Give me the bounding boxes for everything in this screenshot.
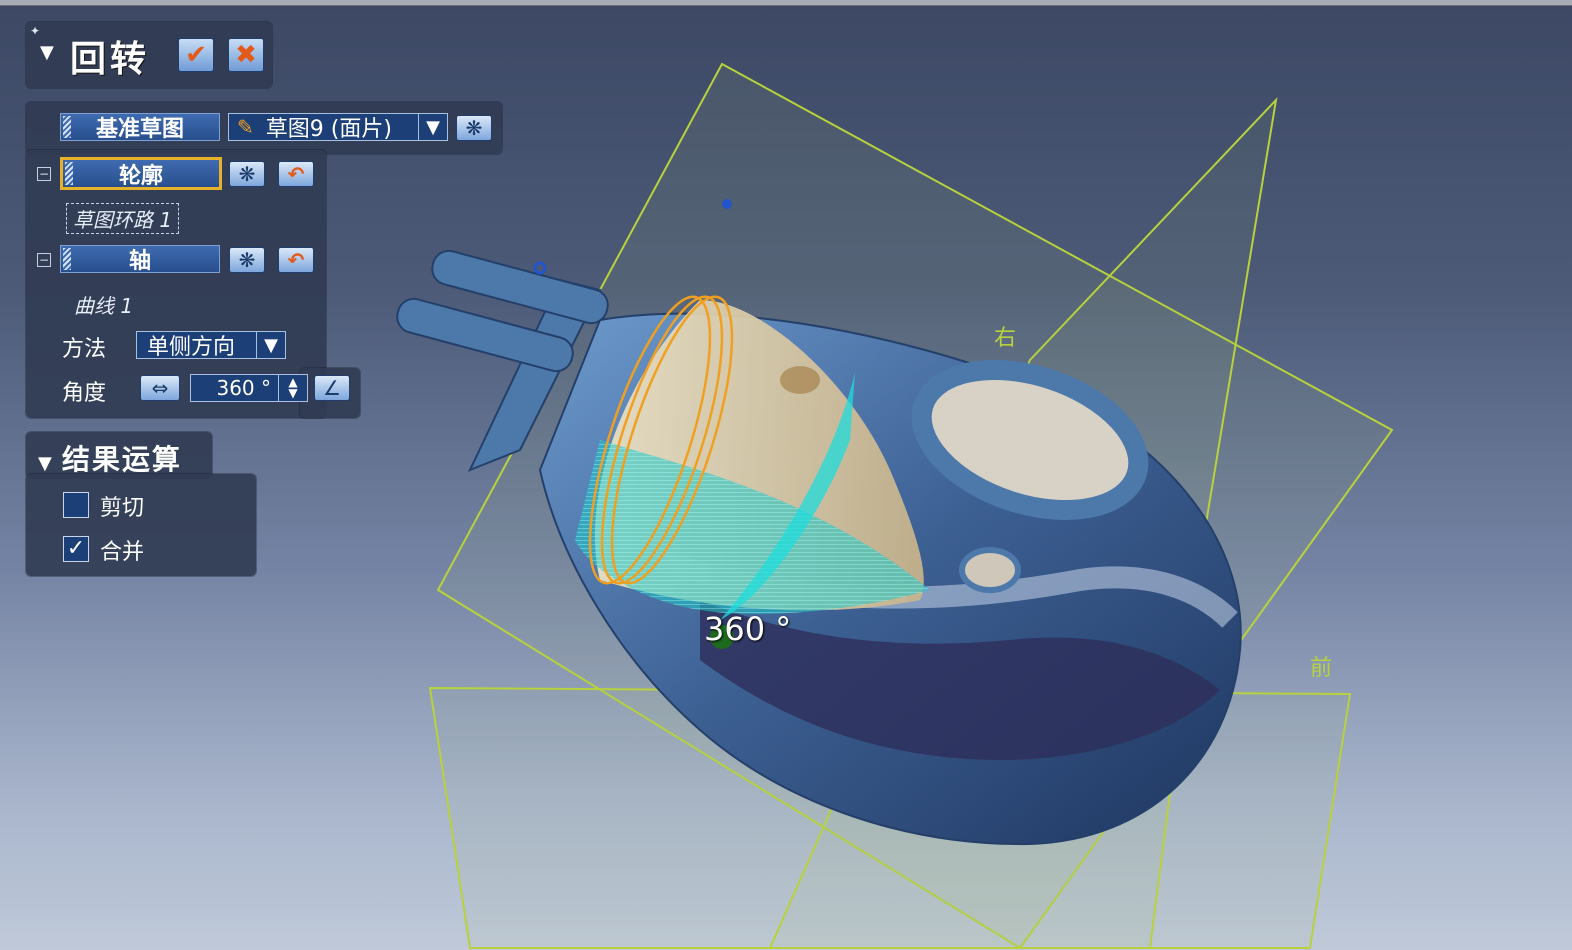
chevron-down-icon[interactable]: ▼ — [418, 114, 447, 140]
profile-collapse-toggle[interactable]: − — [37, 167, 51, 181]
front-plane-label: 前 — [1310, 656, 1333, 681]
profile-select-button[interactable]: ❋ — [229, 161, 265, 187]
feature-title-panel: ✦ ▼ 回转 ✔ ✖ — [26, 22, 272, 88]
collapse-triangle-icon[interactable]: ▼ — [40, 42, 54, 63]
hatch-icon — [63, 248, 71, 270]
asterisk-icon: ❋ — [238, 162, 256, 186]
cut-label: 剪切 — [100, 496, 145, 521]
check-icon: ✔ — [185, 40, 207, 70]
angle-measure-button[interactable]: ∠ — [314, 375, 350, 401]
profile-label[interactable]: 轮廓 — [60, 157, 222, 190]
profile-undo-button[interactable]: ↶ — [278, 161, 314, 187]
hatch-icon — [65, 162, 73, 185]
feature-title: 回转 — [70, 39, 151, 80]
merge-label: 合并 — [100, 540, 145, 565]
axis-collapse-toggle[interactable]: − — [37, 253, 51, 267]
result-title: 结果运算 — [61, 443, 182, 476]
merge-checkbox[interactable]: ✓ — [63, 536, 89, 562]
angle-icon: ∠ — [323, 376, 341, 400]
base-sketch-combo[interactable]: ✎ 草图9 (面片) ▼ — [228, 113, 448, 142]
profile-item[interactable]: 草图环路 1 — [66, 203, 180, 234]
chevron-down-icon[interactable]: ▼ — [256, 332, 285, 358]
double-arrow-icon: ⇔ — [151, 376, 169, 400]
right-plane-label: 右 — [994, 326, 1017, 351]
base-sketch-label[interactable]: 基准草图 — [60, 113, 220, 142]
axis-label[interactable]: 轴 — [60, 245, 220, 274]
close-icon: ✖ — [235, 40, 257, 70]
angle-readout: 360 ° — [704, 610, 792, 648]
collapse-triangle-icon[interactable]: ▼ — [38, 453, 54, 474]
spinner-icon[interactable]: ▲ ▼ — [278, 375, 307, 401]
axis-select-button[interactable]: ❋ — [229, 247, 265, 273]
asterisk-icon: ❋ — [465, 116, 483, 140]
undo-icon: ↶ — [287, 162, 305, 186]
cancel-button[interactable]: ✖ — [228, 38, 264, 72]
asterisk-icon: ❋ — [238, 248, 256, 272]
pin-icon[interactable]: ✦ — [30, 24, 40, 38]
flip-direction-button[interactable]: ⇔ — [140, 375, 180, 401]
sketch-pencil-icon: ✎ — [237, 115, 254, 139]
result-section-header[interactable]: ▼ 结果运算 — [38, 438, 182, 478]
angle-label: 角度 — [62, 381, 107, 406]
cut-checkbox[interactable] — [63, 492, 89, 518]
axis-item[interactable]: 曲线 1 — [74, 290, 133, 319]
method-select[interactable]: 单侧方向 ▼ — [136, 331, 286, 360]
method-label: 方法 — [62, 337, 107, 362]
axis-undo-button[interactable]: ↶ — [278, 247, 314, 273]
hatch-icon — [63, 116, 71, 138]
angle-input[interactable]: 360 ° ▲ ▼ — [190, 374, 308, 402]
base-sketch-select-button[interactable]: ❋ — [456, 115, 492, 141]
undo-icon: ↶ — [287, 248, 305, 272]
ok-button[interactable]: ✔ — [178, 38, 214, 72]
